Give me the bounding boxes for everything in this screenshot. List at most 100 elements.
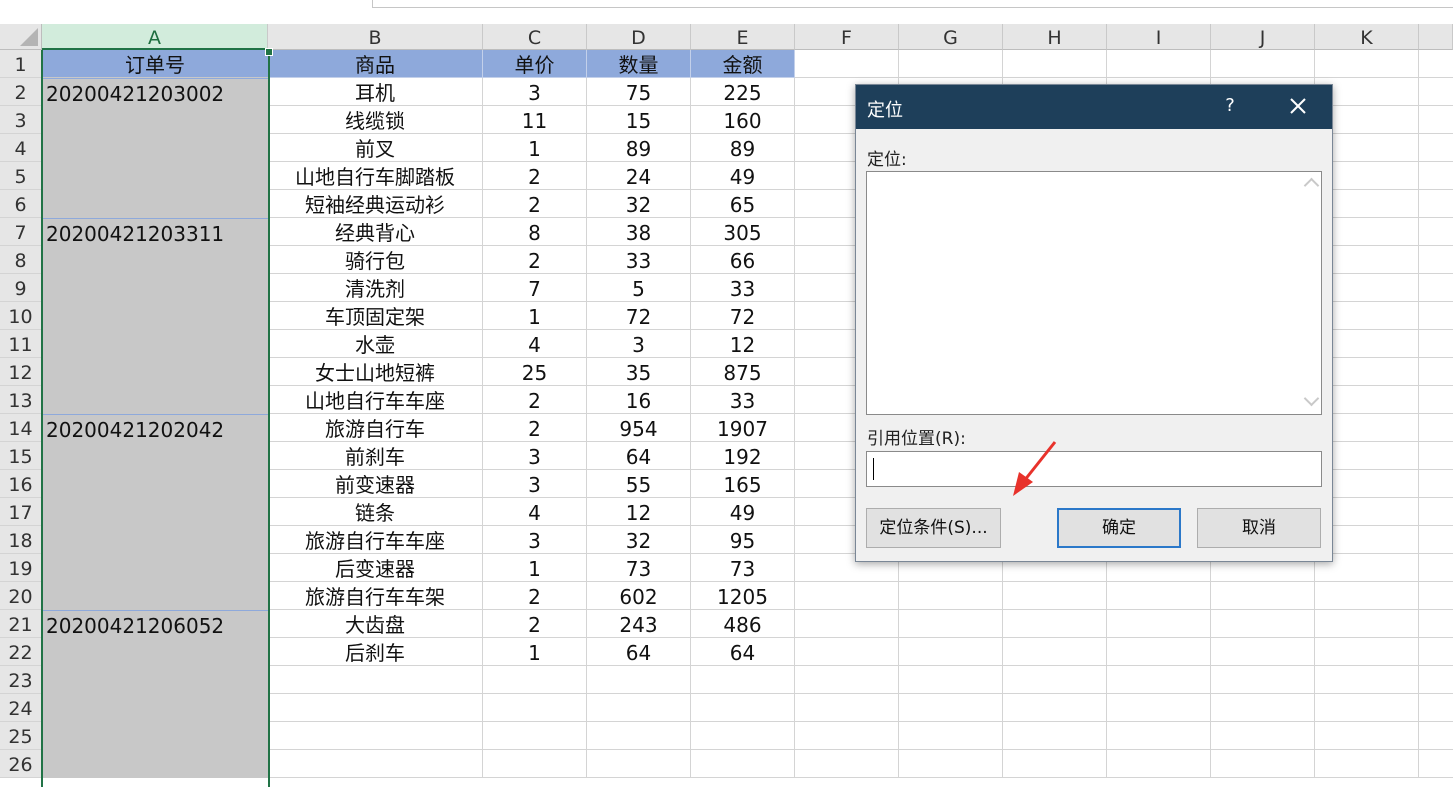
cell-c[interactable]: 4 bbox=[483, 498, 587, 526]
row-header[interactable]: 16 bbox=[0, 470, 42, 498]
cell-b[interactable] bbox=[268, 694, 483, 722]
cell-l[interactable] bbox=[1419, 330, 1453, 358]
cell-l[interactable] bbox=[1419, 162, 1453, 190]
cell-e[interactable]: 64 bbox=[691, 638, 795, 666]
column-header-e[interactable]: E bbox=[691, 24, 795, 50]
row-header[interactable]: 13 bbox=[0, 386, 42, 414]
column-header-g[interactable]: G bbox=[899, 24, 1003, 50]
cell-c[interactable]: 2 bbox=[483, 582, 587, 610]
fill-handle[interactable] bbox=[265, 48, 273, 56]
cell-k[interactable] bbox=[1315, 750, 1419, 778]
cell-d[interactable]: 602 bbox=[587, 582, 691, 610]
cell-l[interactable] bbox=[1419, 470, 1453, 498]
header-cell[interactable]: 商品 bbox=[268, 50, 483, 78]
cell-c[interactable]: 1 bbox=[483, 302, 587, 330]
cell-j[interactable] bbox=[1211, 750, 1315, 778]
cell-e[interactable] bbox=[691, 722, 795, 750]
row-header[interactable]: 20 bbox=[0, 582, 42, 610]
cell-k[interactable] bbox=[1315, 610, 1419, 638]
row-header[interactable]: 23 bbox=[0, 666, 42, 694]
cell-d[interactable]: 73 bbox=[587, 554, 691, 582]
cell-d[interactable]: 24 bbox=[587, 162, 691, 190]
goto-list[interactable] bbox=[866, 171, 1322, 415]
cell-a[interactable] bbox=[42, 302, 268, 330]
cell-b[interactable]: 前刹车 bbox=[268, 442, 483, 470]
cell-g[interactable] bbox=[899, 750, 1003, 778]
cell-d[interactable]: 16 bbox=[587, 386, 691, 414]
cell-d[interactable]: 32 bbox=[587, 190, 691, 218]
cell-l[interactable] bbox=[1419, 694, 1453, 722]
header-cell[interactable]: 订单号 bbox=[42, 50, 268, 78]
cell-e[interactable] bbox=[691, 750, 795, 778]
cell-k[interactable] bbox=[1315, 582, 1419, 610]
cell-a[interactable] bbox=[42, 386, 268, 414]
cell-e[interactable] bbox=[691, 666, 795, 694]
cell-b[interactable]: 水壶 bbox=[268, 330, 483, 358]
cell-l[interactable] bbox=[1419, 638, 1453, 666]
cell-e[interactable]: 33 bbox=[691, 274, 795, 302]
row-header[interactable]: 5 bbox=[0, 162, 42, 190]
cell-h[interactable] bbox=[1003, 666, 1107, 694]
cell-d[interactable]: 72 bbox=[587, 302, 691, 330]
cell-b[interactable]: 旅游自行车 bbox=[268, 414, 483, 442]
cell-e[interactable]: 225 bbox=[691, 78, 795, 106]
column-header-d[interactable]: D bbox=[587, 24, 691, 50]
cell-j[interactable] bbox=[1211, 638, 1315, 666]
cell-e[interactable]: 49 bbox=[691, 162, 795, 190]
cell-a[interactable] bbox=[42, 638, 268, 666]
cell-l[interactable] bbox=[1419, 190, 1453, 218]
cell-a[interactable] bbox=[42, 274, 268, 302]
row-header[interactable]: 14 bbox=[0, 414, 42, 442]
cell-a[interactable] bbox=[42, 190, 268, 218]
cell-b[interactable]: 前变速器 bbox=[268, 470, 483, 498]
cell-j[interactable] bbox=[1211, 582, 1315, 610]
cell-f[interactable] bbox=[795, 610, 899, 638]
cell-b[interactable]: 清洗剂 bbox=[268, 274, 483, 302]
cell-d[interactable] bbox=[587, 666, 691, 694]
cell-l[interactable] bbox=[1419, 218, 1453, 246]
cell-d[interactable]: 3 bbox=[587, 330, 691, 358]
cell-d[interactable] bbox=[587, 694, 691, 722]
cell-k[interactable] bbox=[1315, 638, 1419, 666]
close-icon[interactable] bbox=[1284, 92, 1312, 120]
cell-l[interactable] bbox=[1419, 498, 1453, 526]
cell-c[interactable] bbox=[483, 666, 587, 694]
cell-c[interactable]: 2 bbox=[483, 610, 587, 638]
cell-l[interactable] bbox=[1419, 582, 1453, 610]
cell-b[interactable]: 车顶固定架 bbox=[268, 302, 483, 330]
column-header-b[interactable]: B bbox=[268, 24, 483, 50]
ok-button[interactable]: 确定 bbox=[1057, 508, 1181, 548]
cell-b[interactable]: 耳机 bbox=[268, 78, 483, 106]
cell-l[interactable] bbox=[1419, 526, 1453, 554]
cell-l[interactable] bbox=[1419, 750, 1453, 778]
column-header-j[interactable]: J bbox=[1211, 24, 1315, 50]
cell-a[interactable]: 20200421202042 bbox=[42, 414, 268, 442]
cell-a[interactable] bbox=[42, 442, 268, 470]
cell-e[interactable]: 1907 bbox=[691, 414, 795, 442]
cell-l[interactable] bbox=[1419, 50, 1453, 78]
cell-h[interactable] bbox=[1003, 722, 1107, 750]
cell-a[interactable] bbox=[42, 106, 268, 134]
row-header[interactable]: 1 bbox=[0, 50, 42, 78]
cell-j[interactable] bbox=[1211, 50, 1315, 78]
cell-e[interactable]: 72 bbox=[691, 302, 795, 330]
cell-e[interactable] bbox=[691, 694, 795, 722]
cell-h[interactable] bbox=[1003, 610, 1107, 638]
cell-f[interactable] bbox=[795, 722, 899, 750]
row-header[interactable]: 22 bbox=[0, 638, 42, 666]
cell-d[interactable]: 243 bbox=[587, 610, 691, 638]
cell-g[interactable] bbox=[899, 610, 1003, 638]
cell-c[interactable]: 11 bbox=[483, 106, 587, 134]
cell-l[interactable] bbox=[1419, 610, 1453, 638]
cell-i[interactable] bbox=[1107, 582, 1211, 610]
row-header[interactable]: 19 bbox=[0, 554, 42, 582]
cell-h[interactable] bbox=[1003, 638, 1107, 666]
cell-b[interactable]: 线缆锁 bbox=[268, 106, 483, 134]
row-header[interactable]: 10 bbox=[0, 302, 42, 330]
cell-d[interactable]: 12 bbox=[587, 498, 691, 526]
row-header[interactable]: 8 bbox=[0, 246, 42, 274]
cell-g[interactable] bbox=[899, 638, 1003, 666]
cell-e[interactable]: 89 bbox=[691, 134, 795, 162]
cell-e[interactable]: 165 bbox=[691, 470, 795, 498]
cell-k[interactable] bbox=[1315, 50, 1419, 78]
